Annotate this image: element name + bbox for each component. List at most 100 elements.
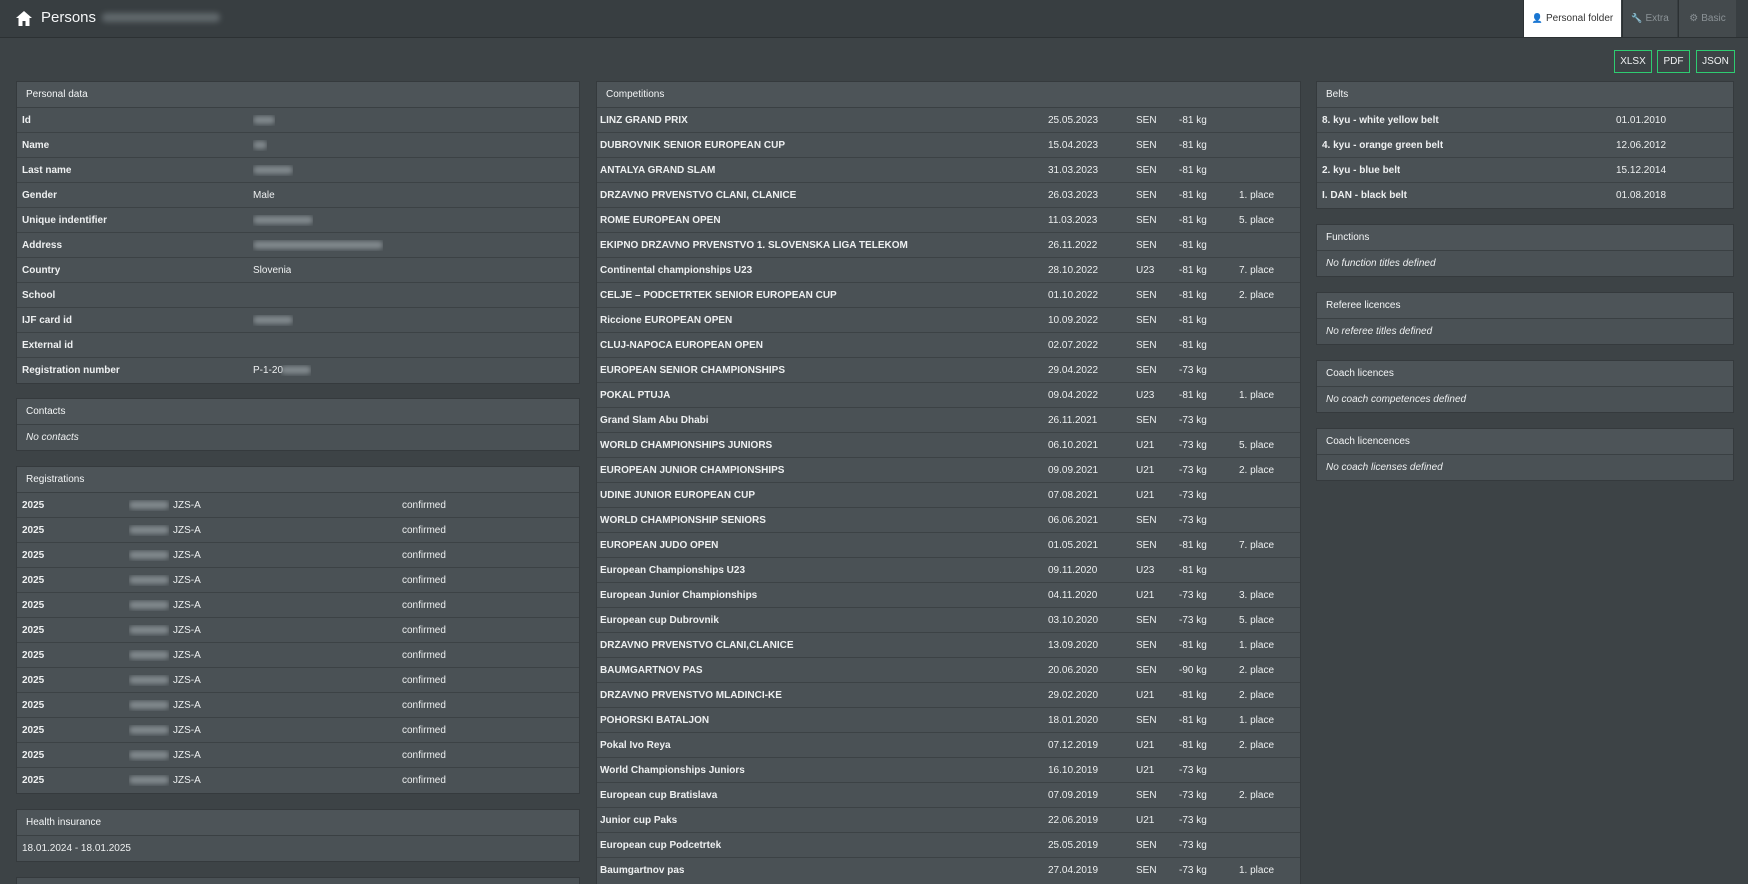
belt-date: 01.01.2010 [1616, 114, 1667, 126]
table-row[interactable]: Grand Slam Abu Dhabi 26.11.2021 SEN -73 kg [597, 408, 1300, 433]
home-icon[interactable] [16, 11, 32, 26]
table-row[interactable]: POKAL PTUJA 09.04.2022 U23 -81 kg 1. place [597, 383, 1300, 408]
table-row[interactable]: EKIPNO DRŽAVNO PRVENSTVO 1. SLOVENSKA LI… [597, 233, 1300, 258]
registration-year: 2025 [22, 674, 45, 686]
competition-weight: -81 kg [1179, 389, 1207, 401]
table-row[interactable]: BAUMGARTNOV PAS 20.06.2020 SEN -90 kg 2. pla… [597, 658, 1300, 683]
competition-date: 31.03.2023 [1048, 164, 1099, 176]
competition-weight: -73 kg [1179, 789, 1207, 801]
competition-place: 1. place [1239, 714, 1275, 726]
table-row[interactable]: EUROPEAN JUNIOR CHAMPIONSHIPS 09.09.2021 U… [597, 458, 1300, 483]
redacted-club [129, 525, 169, 536]
table-row[interactable]: DRŽAVNO PRVENSTVO ČLANI,ČLANICE 13.09.202… [597, 633, 1300, 658]
belts-panel: Belts 8. kyu - white yellow belt 01.01.20… [1316, 81, 1734, 209]
competition-name: EUROPEAN SENIOR CHAMPIONSHIPS [600, 364, 786, 376]
table-row[interactable]: European cup Dubrovnik 03.10.2020 SEN -73 k… [597, 608, 1300, 633]
competition-date: 26.03.2023 [1048, 189, 1099, 201]
table-row[interactable]: ROME EUROPEAN OPEN 11.03.2023 SEN -81 kg 5. … [597, 208, 1300, 233]
registration-status: confirmed [402, 699, 446, 711]
table-row[interactable]: CELJE – PODCETRTEK SENIOR EUROPEAN CUP 01… [597, 283, 1300, 308]
redacted-club [129, 625, 169, 636]
registration-club: JZS-A [173, 649, 201, 661]
belt-date: 15.12.2014 [1616, 164, 1667, 176]
competition-date: 01.10.2022 [1048, 289, 1099, 301]
competition-name: World Championships Juniors [600, 764, 745, 776]
panel-title: Registrations [17, 467, 579, 493]
table-row[interactable]: European Championships U23 09.11.2020 U23 -… [597, 558, 1300, 583]
redacted-club [129, 575, 169, 586]
table-row[interactable]: EUROPEAN JUDO OPEN 01.05.2021 SEN -81 kg 7. … [597, 533, 1300, 558]
competition-age-category: SEN [1136, 214, 1157, 226]
table-row[interactable]: Junior cup Paks 22.06.2019 U21 -73 kg [597, 808, 1300, 833]
competition-weight: -73 kg [1179, 464, 1207, 476]
export-xlsx-button[interactable]: XLSX [1614, 50, 1652, 73]
panel-title: Contacts [17, 399, 579, 425]
competition-weight: -81 kg [1179, 264, 1207, 276]
competition-name: Grand Slam Abu Dhabi [600, 414, 709, 426]
table-row[interactable]: European cup Podcetrtek 25.05.2019 SEN -73 … [597, 833, 1300, 858]
registration-status: confirmed [402, 749, 446, 761]
competition-place: 2. place [1239, 289, 1275, 301]
health-insurance-panel: Health insurance 18.01.2024 - 18.01.2025 [16, 809, 580, 862]
competition-weight: -81 kg [1179, 564, 1207, 576]
table-row[interactable]: Riccione EUROPEAN OPEN 10.09.2022 SEN -81 k… [597, 308, 1300, 333]
competition-name: Pokal Ivo Reya [600, 739, 671, 751]
tab-basic[interactable]: ⚙ Basic [1678, 0, 1736, 37]
belt-name: I. DAN - black belt [1322, 190, 1408, 201]
competition-place: 2. place [1239, 464, 1275, 476]
export-pdf-button[interactable]: PDF [1657, 50, 1690, 73]
export-json-button[interactable]: JSON [1696, 50, 1735, 73]
registration-year: 2025 [22, 724, 45, 736]
panel-title: Coach licences [1317, 361, 1733, 387]
table-row[interactable]: Pokal Ivo Reya 07.12.2019 U21 -81 kg 2. plac… [597, 733, 1300, 758]
redacted-club [129, 550, 169, 561]
table-row[interactable]: WORLD CHAMPIONSHIPS JUNIORS 06.10.2021 U21… [597, 433, 1300, 458]
table-row: Unique indentifier [17, 208, 579, 233]
table-row[interactable]: Baumgartnov pas 27.04.2019 SEN -73 kg 1. pla… [597, 858, 1300, 883]
competition-weight: -73 kg [1179, 589, 1207, 601]
tab-personal-folder[interactable]: 👤 Personal folder [1523, 0, 1621, 37]
competition-name: Baumgartnov pas [600, 865, 685, 876]
table-row: External id [17, 333, 579, 358]
redacted-value [281, 365, 311, 376]
table-row[interactable]: UDINE JUNIOR EUROPEAN CUP 07.08.2021 U21 -7… [597, 483, 1300, 508]
field-label: Name [22, 139, 50, 151]
table-row[interactable]: DRŽAVNO PRVENSTVO ČLANI, ČLANICE 26.03.20… [597, 183, 1300, 208]
registration-status: confirmed [402, 599, 446, 611]
competition-name: EUROPEAN JUNIOR CHAMPIONSHIPS [600, 464, 785, 476]
competition-age-category: SEN [1136, 364, 1157, 376]
table-row[interactable]: DRŽAVNO PRVENSTVO MLADINCI-KE 29.02.2020 U… [597, 683, 1300, 708]
competition-weight: -73 kg [1179, 439, 1207, 451]
field-label: School [22, 289, 56, 301]
table-row[interactable]: World Championships Juniors 16.10.2019 U21… [597, 758, 1300, 783]
competition-date: 09.04.2022 [1048, 389, 1099, 401]
table-row[interactable]: European cup Bratislava 07.09.2019 SEN -73 … [597, 783, 1300, 808]
competition-name: CLUJ-NAPOCA EUROPEAN OPEN [600, 339, 763, 351]
registration-year: 2025 [22, 699, 45, 711]
registration-year: 2025 [22, 599, 45, 611]
competition-place: 1. place [1239, 189, 1275, 201]
table-row[interactable]: European Junior Championships 04.11.2020 U… [597, 583, 1300, 608]
table-row: 2025 JZS-A confirmed [17, 718, 579, 743]
redacted-value [253, 215, 313, 226]
panel-title: Referee licences [1317, 293, 1733, 319]
table-row[interactable]: CLUJ-NAPOCA EUROPEAN OPEN 02.07.2022 SEN -8… [597, 333, 1300, 358]
tab-extra[interactable]: 🔧 Extra [1622, 0, 1677, 37]
field-label: Gender [22, 189, 58, 201]
belt-name: 2. kyu - blue belt [1322, 164, 1401, 176]
table-row[interactable]: Continental championships U23 28.10.2022 U… [597, 258, 1300, 283]
competition-name: DRŽAVNO PRVENSTVO MLADINCI-KE [600, 689, 782, 701]
table-row[interactable]: LINZ GRAND PRIX 25.05.2023 SEN -81 kg [597, 108, 1300, 133]
redacted-club [129, 775, 169, 786]
table-row[interactable]: POHORSKI BATALJON 18.01.2020 SEN -81 kg 1. p… [597, 708, 1300, 733]
redacted-club [129, 675, 169, 686]
competition-date: 18.01.2020 [1048, 714, 1099, 726]
table-row[interactable]: WORLD CHAMPIONSHIP SENIORS 06.06.2021 SEN -… [597, 508, 1300, 533]
table-row: 2025 JZS-A confirmed [17, 593, 579, 618]
table-row[interactable]: EUROPEAN SENIOR CHAMPIONSHIPS 29.04.2022 S… [597, 358, 1300, 383]
field-label: Id [22, 114, 31, 126]
table-row[interactable]: ANTALYA GRAND SLAM 31.03.2023 SEN -81 kg [597, 158, 1300, 183]
table-row[interactable]: DUBROVNIK SENIOR EUROPEAN CUP 15.04.2023 S… [597, 133, 1300, 158]
competition-place: 1. place [1239, 865, 1275, 876]
competition-age-category: SEN [1136, 664, 1157, 676]
